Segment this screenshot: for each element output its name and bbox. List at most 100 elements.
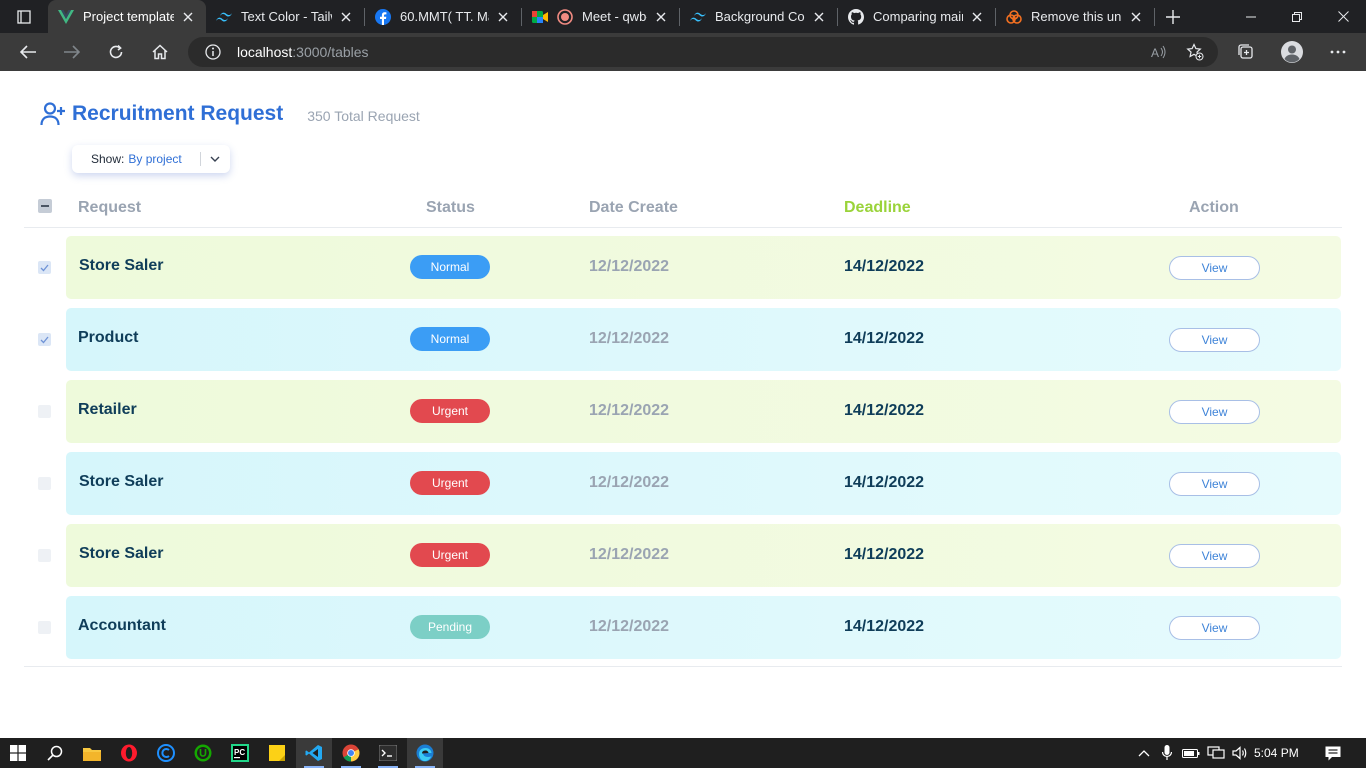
more-options-icon[interactable] bbox=[1316, 33, 1360, 71]
chrome-icon[interactable] bbox=[333, 738, 369, 768]
close-icon[interactable] bbox=[811, 9, 827, 25]
close-window-button[interactable] bbox=[1320, 0, 1366, 33]
row-checkbox[interactable] bbox=[38, 333, 51, 346]
header-request[interactable]: Request bbox=[78, 199, 141, 217]
select-all-checkbox[interactable] bbox=[38, 199, 52, 213]
table-row: Product Normal 12/12/2022 14/12/2022 View bbox=[66, 308, 1341, 371]
forward-button[interactable] bbox=[50, 33, 94, 71]
row-checkbox[interactable] bbox=[38, 477, 51, 490]
date-create: 12/12/2022 bbox=[589, 402, 670, 419]
view-button[interactable]: View bbox=[1169, 256, 1260, 280]
file-explorer-icon[interactable] bbox=[74, 738, 110, 768]
close-icon[interactable] bbox=[969, 9, 985, 25]
header-action: Action bbox=[1189, 199, 1239, 216]
url-text: localhost:3000/tables bbox=[237, 44, 369, 60]
status-badge: Normal bbox=[410, 255, 490, 279]
microphone-icon[interactable] bbox=[1158, 738, 1176, 768]
request-name: Product bbox=[78, 329, 139, 346]
volume-icon[interactable] bbox=[1229, 738, 1251, 768]
home-button[interactable] bbox=[138, 33, 182, 71]
close-icon[interactable] bbox=[338, 9, 354, 25]
minimize-button[interactable] bbox=[1228, 0, 1274, 33]
deadline-date: 14/12/2022 bbox=[844, 618, 925, 635]
row-checkbox[interactable] bbox=[38, 261, 51, 274]
view-button[interactable]: View bbox=[1169, 544, 1260, 568]
refresh-button[interactable] bbox=[94, 33, 138, 71]
profile-avatar[interactable] bbox=[1270, 33, 1314, 71]
date-create: 12/12/2022 bbox=[589, 330, 670, 347]
url-bar[interactable]: localhost:3000/tables A bbox=[188, 37, 1218, 67]
request-name: Accountant bbox=[78, 617, 166, 634]
view-button[interactable]: View bbox=[1169, 472, 1260, 496]
taskbar-clock[interactable]: 5:04 PM bbox=[1254, 738, 1299, 768]
table-header: Request Status Date Create Deadline Acti… bbox=[24, 187, 1342, 228]
show-filter-dropdown[interactable]: Show: By project bbox=[72, 145, 230, 173]
tab-title: Background Colo bbox=[715, 9, 805, 24]
tab-actions-button[interactable] bbox=[0, 0, 48, 33]
opera-icon[interactable] bbox=[111, 738, 147, 768]
notification-icon[interactable] bbox=[1318, 738, 1348, 768]
tailwind-icon bbox=[216, 9, 232, 25]
collections-icon[interactable] bbox=[1224, 33, 1268, 71]
tab-project-template[interactable]: Project template bbox=[48, 0, 206, 33]
deadline-date: 14/12/2022 bbox=[844, 258, 925, 275]
windows-start-icon[interactable] bbox=[0, 738, 36, 768]
row-checkbox[interactable] bbox=[38, 405, 51, 418]
date-create: 12/12/2022 bbox=[589, 258, 670, 275]
battery-icon[interactable] bbox=[1180, 738, 1202, 768]
vscode-icon[interactable] bbox=[296, 738, 332, 768]
back-button[interactable] bbox=[6, 33, 50, 71]
info-icon[interactable] bbox=[205, 44, 221, 60]
date-create: 12/12/2022 bbox=[589, 474, 670, 491]
total-count: 350 Total Request bbox=[307, 108, 420, 124]
tab-remove-unused[interactable]: Remove this unus bbox=[996, 0, 1154, 33]
row-checkbox[interactable] bbox=[38, 621, 51, 634]
tab-comparing-main[interactable]: Comparing main bbox=[838, 0, 995, 33]
tab-meet[interactable]: Meet - qwb- bbox=[522, 0, 679, 33]
header-date-create[interactable]: Date Create bbox=[589, 199, 678, 217]
close-icon[interactable] bbox=[653, 9, 669, 25]
new-tab-button[interactable] bbox=[1155, 0, 1191, 33]
search-icon[interactable] bbox=[37, 738, 73, 768]
view-button[interactable]: View bbox=[1169, 400, 1260, 424]
request-name: Store Saler bbox=[79, 473, 164, 490]
edge-icon[interactable] bbox=[407, 738, 443, 768]
restore-button[interactable] bbox=[1274, 0, 1320, 33]
terminal-icon[interactable] bbox=[370, 738, 406, 768]
deadline-date: 14/12/2022 bbox=[844, 402, 925, 419]
close-icon[interactable] bbox=[495, 9, 511, 25]
table-row: Retailer Urgent 12/12/2022 14/12/2022 View bbox=[66, 380, 1341, 443]
tab-background-color[interactable]: Background Colo bbox=[680, 0, 837, 33]
sticky-notes-icon[interactable] bbox=[259, 738, 295, 768]
ccleaner-icon[interactable] bbox=[148, 738, 184, 768]
tab-title: Comparing main bbox=[873, 9, 963, 24]
url-host: localhost bbox=[237, 44, 293, 60]
header-status[interactable]: Status bbox=[426, 199, 475, 217]
favorite-add-icon[interactable] bbox=[1186, 43, 1204, 61]
pycharm-icon[interactable]: PC bbox=[222, 738, 258, 768]
view-button[interactable]: View bbox=[1169, 616, 1260, 640]
network-icon[interactable] bbox=[1205, 738, 1227, 768]
address-toolbar: localhost:3000/tables A bbox=[0, 33, 1366, 71]
status-badge: Pending bbox=[410, 615, 490, 639]
table-row: Store Saler Urgent 12/12/2022 14/12/2022 Vie… bbox=[66, 452, 1341, 515]
status-badge: Urgent bbox=[410, 399, 490, 423]
header-deadline[interactable]: Deadline bbox=[844, 199, 911, 217]
tab-title: Remove this unus bbox=[1031, 9, 1122, 24]
request-name: Store Saler bbox=[79, 257, 164, 274]
request-name: Store Saler bbox=[79, 545, 164, 562]
upwork-icon[interactable] bbox=[185, 738, 221, 768]
tab-text-color[interactable]: Text Color - Tailw bbox=[206, 0, 364, 33]
close-icon[interactable] bbox=[1128, 9, 1144, 25]
view-button[interactable]: View bbox=[1169, 328, 1260, 352]
chevron-up-icon[interactable] bbox=[1134, 738, 1154, 768]
tab-title: 60.MMT( TT. Man bbox=[400, 9, 489, 24]
chevron-down-icon[interactable] bbox=[208, 152, 222, 166]
tab-facebook[interactable]: 60.MMT( TT. Man bbox=[365, 0, 521, 33]
status-badge: Urgent bbox=[410, 471, 490, 495]
recording-icon bbox=[557, 8, 573, 25]
row-checkbox[interactable] bbox=[38, 549, 51, 562]
read-aloud-icon[interactable]: A bbox=[1151, 44, 1167, 60]
close-icon[interactable] bbox=[180, 9, 196, 25]
facebook-icon bbox=[375, 8, 391, 25]
